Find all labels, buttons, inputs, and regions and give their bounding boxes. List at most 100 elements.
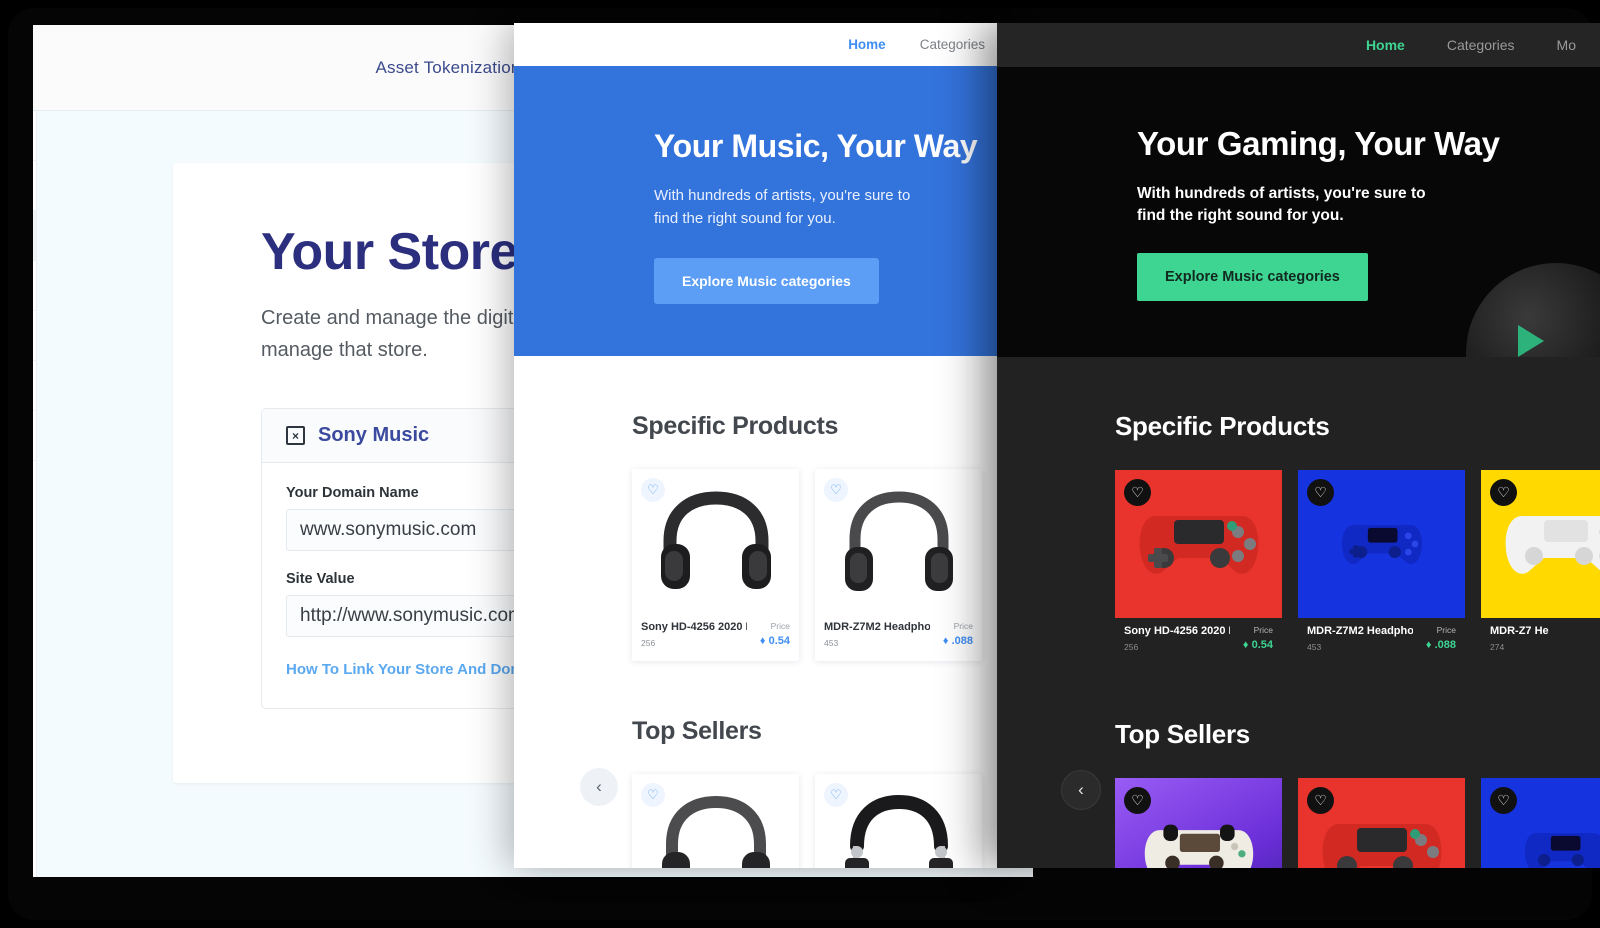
- game-controller-illustration: [1144, 824, 1253, 868]
- product-name: Sony HD-4256 2020 Mo...: [1124, 625, 1230, 637]
- game-controller-illustration: [1322, 824, 1441, 868]
- gaming-top-sellers-section: Top Sellers ♡ ♡ ♡: [997, 665, 1600, 868]
- product-meta: Sony HD-4256 2020 Mo... 256 Price ♦ 0.54: [632, 617, 799, 661]
- product-name: Sony HD-4256 2020 Mo...: [641, 621, 747, 633]
- product-meta: MDR-Z7 He 274: [1481, 618, 1600, 665]
- music-navbar: Home Categories: [514, 23, 997, 66]
- product-price-block: Price ♦ .088: [943, 621, 973, 648]
- music-nav-home[interactable]: Home: [848, 37, 886, 52]
- music-hero-subtitle: With hundreds of artists, you're sure to…: [654, 187, 911, 227]
- headphones-illustration: [661, 795, 770, 868]
- gaming-product-grid-top-sellers: ♡ ♡ ♡: [1115, 778, 1600, 868]
- gaming-navbar: Home Categories Mo: [997, 23, 1600, 67]
- product-info: MDR-Z7M2 Headphones 453: [824, 621, 930, 648]
- price-value: ♦ .088: [1425, 639, 1456, 651]
- price-value: ♦ 0.54: [1242, 639, 1273, 651]
- product-name: MDR-Z7M2 Headphones: [1307, 625, 1413, 637]
- heart-icon[interactable]: ♡: [1307, 479, 1334, 506]
- gaming-product-card[interactable]: ♡ Sony HD-4256 2020 256 Price ♦ 0.54: [1115, 470, 1282, 665]
- price-value: ♦ .088: [942, 635, 973, 647]
- gaming-product-card[interactable]: ♡: [1298, 778, 1465, 868]
- sidebar-item-6[interactable]: [33, 361, 36, 411]
- screenshot-stage: Asset Tokenization Your Storefront Creat…: [0, 0, 1600, 928]
- gaming-nav-categories[interactable]: Categories: [1447, 37, 1515, 53]
- music-nav-categories[interactable]: Categories: [920, 37, 985, 52]
- gaming-product-card[interactable]: ♡ MDR-Z7M2 Headphone: [1298, 470, 1465, 665]
- music-section-title-top-sellers: Top Sellers: [632, 717, 762, 745]
- sidebar-item-7[interactable]: [33, 411, 36, 461]
- store-name-title: Sony Music: [318, 424, 430, 447]
- product-id: 274: [1490, 642, 1505, 652]
- price-label: Price: [1436, 625, 1456, 635]
- sidebar-item-2[interactable]: [33, 161, 36, 211]
- gaming-nav-home[interactable]: Home: [1366, 37, 1405, 53]
- gaming-hero-title: Your Gaming, Your Way: [1137, 125, 1500, 162]
- app-brand-title: Asset Tokenization: [375, 57, 521, 77]
- product-thumbnail: ♡: [1481, 470, 1600, 618]
- sidebar-item-1[interactable]: [33, 111, 36, 161]
- product-id: 256: [1124, 642, 1139, 652]
- gaming-storefront-preview: Home Categories Mo Your Gaming, Your Way…: [997, 23, 1600, 868]
- game-controller-illustration: [1341, 525, 1422, 565]
- chevron-left-icon: ‹: [596, 777, 602, 796]
- music-hero-cta-button[interactable]: Explore Music categories: [654, 258, 879, 304]
- music-product-card[interactable]: ♡ Sony HD-4256 2020 Mo... 256: [632, 469, 799, 661]
- product-thumbnail: ♡: [815, 774, 982, 868]
- price-label: Price: [953, 621, 973, 631]
- product-meta: MDR-Z7M2 Headphones 453 Price ♦ .088: [815, 617, 982, 661]
- product-thumbnail: ♡: [1481, 778, 1600, 868]
- music-hero-title: Your Music, Your Way: [654, 128, 978, 164]
- product-info: MDR-Z7 He 274: [1490, 625, 1549, 652]
- product-thumbnail: ♡: [1115, 778, 1282, 868]
- heart-icon[interactable]: ♡: [1490, 787, 1517, 814]
- product-thumbnail: ♡: [1298, 470, 1465, 618]
- game-controller-illustration: [1139, 516, 1258, 574]
- music-product-card[interactable]: ♡: [632, 774, 799, 868]
- product-id: 256: [641, 638, 656, 648]
- product-thumbnail: ♡: [815, 469, 982, 617]
- product-thumbnail: ♡: [1115, 470, 1282, 618]
- gaming-section-title-top-sellers: Top Sellers: [1115, 719, 1250, 749]
- music-product-grid-top-sellers: ♡ ♡: [632, 774, 997, 868]
- music-product-grid-specific: ♡ Sony HD-4256 2020 Mo... 256: [632, 469, 997, 661]
- gaming-hero: Your Gaming, Your Way With hundreds of a…: [997, 67, 1600, 357]
- headphones-illustration: [844, 794, 953, 868]
- music-hero: Your Music, Your Way With hundreds of ar…: [514, 66, 997, 356]
- gaming-product-card[interactable]: ♡ MDR-Z7 He 274: [1481, 470, 1600, 665]
- music-product-card[interactable]: ♡: [815, 774, 982, 868]
- game-controller-illustration: [1524, 833, 1600, 868]
- sidebar-item-4[interactable]: [33, 261, 36, 311]
- sidebar-item-5[interactable]: [33, 311, 36, 361]
- gaming-product-card[interactable]: ♡: [1481, 778, 1600, 868]
- gaming-hero-cta-button[interactable]: Explore Music categories: [1137, 253, 1368, 301]
- chevron-left-icon: ‹: [1078, 780, 1084, 799]
- price-label: Price: [770, 621, 790, 631]
- product-price-block: Price ♦ 0.54: [1243, 625, 1273, 652]
- product-name: MDR-Z7 He: [1490, 625, 1549, 637]
- gaming-nav-more[interactable]: Mo: [1557, 37, 1576, 53]
- product-thumbnail: ♡: [632, 774, 799, 868]
- gaming-carousel-prev-button[interactable]: ‹: [1061, 770, 1101, 810]
- headphones-illustration: [844, 491, 953, 591]
- price-label: Price: [1253, 625, 1273, 635]
- price-value: ♦ 0.54: [759, 635, 790, 647]
- music-product-card[interactable]: ♡ MDR-Z7M2 Headphones 453: [815, 469, 982, 661]
- product-info: MDR-Z7M2 Headphones 453: [1307, 625, 1413, 652]
- gaming-product-card[interactable]: ♡: [1115, 778, 1282, 868]
- product-meta: Sony HD-4256 2020 Mo... 256 Price ♦ 0.54: [1115, 618, 1282, 665]
- product-name: MDR-Z7M2 Headphones: [824, 621, 930, 633]
- product-meta: MDR-Z7M2 Headphones 453 Price ♦ .088: [1298, 618, 1465, 665]
- music-carousel-prev-button[interactable]: ‹: [580, 768, 618, 806]
- product-info: Sony HD-4256 2020 Mo... 256: [641, 621, 747, 648]
- close-icon[interactable]: ×: [286, 426, 305, 446]
- headphones-illustration: [660, 491, 771, 589]
- controller-decoration-icon: [1466, 263, 1600, 357]
- product-id: 453: [1307, 642, 1322, 652]
- product-thumbnail: ♡: [632, 469, 799, 617]
- music-section-title-specific: Specific Products: [632, 412, 839, 440]
- gaming-specific-products-section: Specific Products ♡ Sony HD-4256 2020 25…: [997, 357, 1600, 665]
- product-id: 453: [824, 638, 839, 648]
- sidebar-item-3-active[interactable]: [33, 211, 36, 261]
- product-price-block: Price ♦ 0.54: [760, 621, 790, 648]
- product-thumbnail: ♡: [1298, 778, 1465, 868]
